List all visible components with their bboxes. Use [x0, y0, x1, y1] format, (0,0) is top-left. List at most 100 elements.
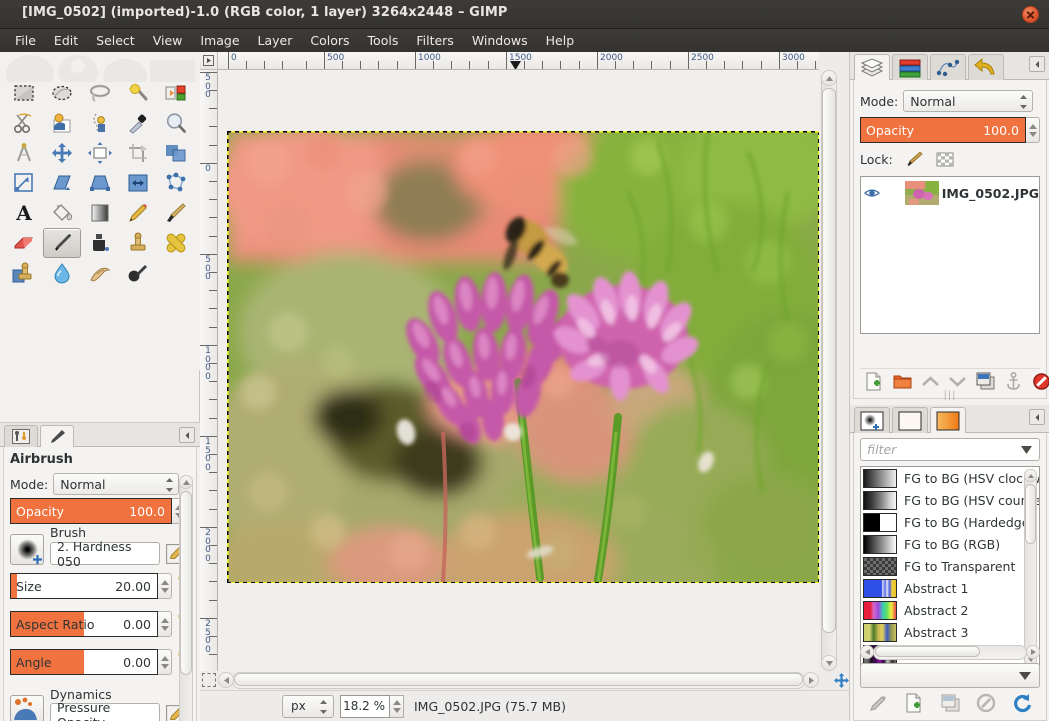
angle-spinner[interactable]: [158, 649, 172, 675]
smudge-tool[interactable]: [81, 258, 119, 288]
gradients-menu-button[interactable]: [1029, 409, 1045, 425]
image-canvas[interactable]: [218, 70, 819, 671]
rect-select-tool[interactable]: [5, 78, 43, 108]
menu-windows[interactable]: Windows: [463, 31, 537, 50]
paths-tool[interactable]: [81, 108, 119, 138]
navigation-preview-button[interactable]: [833, 672, 849, 688]
gradient-list[interactable]: FG to BG (HSV clockwise FG to BG (HSV co…: [860, 466, 1040, 669]
new-layer-button[interactable]: [864, 371, 883, 393]
layer-list[interactable]: IMG_0502.JPG: [860, 176, 1040, 334]
menu-filters[interactable]: Filters: [407, 31, 462, 50]
rotate-tool[interactable]: [157, 138, 195, 168]
fuzzy-select-tool[interactable]: [119, 78, 157, 108]
delete-gradient-button[interactable]: [974, 691, 998, 715]
tab-layers[interactable]: [854, 54, 890, 80]
flip-tool[interactable]: [119, 168, 157, 198]
device-status-tab[interactable]: [4, 425, 38, 447]
checkerboard-alpha-icon[interactable]: [936, 150, 955, 169]
raise-layer-button[interactable]: [922, 371, 939, 393]
layers-menu-button[interactable]: [1029, 56, 1045, 72]
zoom-tool[interactable]: [157, 108, 195, 138]
quick-mask-toggle[interactable]: [202, 673, 216, 687]
new-gradient-button[interactable]: [902, 691, 926, 715]
edit-gradient-button[interactable]: [866, 691, 890, 715]
tool-options-tab[interactable]: [40, 425, 74, 447]
list-item[interactable]: Abstract 1: [861, 577, 1039, 599]
clone-tool[interactable]: [119, 228, 157, 258]
delete-layer-button[interactable]: [1032, 371, 1049, 393]
dynamics-preview[interactable]: [10, 695, 44, 721]
image-layer-photo[interactable]: [228, 132, 818, 582]
perspective-clone-tool[interactable]: [5, 258, 43, 288]
brush-preview[interactable]: [10, 534, 44, 565]
tab-brushes[interactable]: [854, 407, 890, 433]
alignment-tool[interactable]: [81, 138, 119, 168]
list-item[interactable]: Abstract 3: [861, 621, 1039, 643]
canvas-vertical-scrollbar[interactable]: [821, 70, 837, 671]
crop-tool[interactable]: [119, 138, 157, 168]
tool-options-menu-button[interactable]: [179, 427, 195, 443]
menu-edit[interactable]: Edit: [45, 31, 87, 50]
cage-transform-tool[interactable]: [157, 168, 195, 198]
list-item[interactable]: FG to BG (Hardedge): [861, 511, 1039, 533]
layer-mode-select[interactable]: Normal: [903, 90, 1033, 112]
gradient-list-scrollbar[interactable]: [1024, 469, 1037, 666]
ruler-origin-button[interactable]: [200, 52, 218, 70]
blur-sharpen-tool[interactable]: [43, 258, 81, 288]
list-item[interactable]: Abstract 2: [861, 599, 1039, 621]
scroll-left-button[interactable]: [218, 672, 234, 688]
pencil-tool[interactable]: [119, 198, 157, 228]
shear-tool[interactable]: [43, 168, 81, 198]
unit-select[interactable]: px: [282, 695, 334, 718]
tool-options-scrollbar[interactable]: [179, 475, 193, 721]
table-row[interactable]: IMG_0502.JPG: [861, 177, 1039, 209]
chevron-down-icon[interactable]: [1021, 446, 1032, 454]
paint-mode-select[interactable]: Normal: [53, 473, 179, 495]
list-item[interactable]: FG to BG (RGB): [861, 533, 1039, 555]
free-select-tool[interactable]: [81, 78, 119, 108]
ellipse-select-tool[interactable]: [43, 78, 81, 108]
menu-tools[interactable]: Tools: [359, 31, 408, 50]
canvas-horizontal-scrollbar[interactable]: [218, 672, 819, 689]
zoom-spinner[interactable]: [390, 695, 404, 718]
size-slider[interactable]: Size 20.00: [10, 573, 158, 599]
layer-opacity-spinner[interactable]: [1026, 117, 1040, 143]
menu-layer[interactable]: Layer: [249, 31, 302, 50]
tab-undo-history[interactable]: [968, 54, 1004, 80]
scale-tool[interactable]: [5, 168, 43, 198]
select-by-color-tool[interactable]: [157, 78, 195, 108]
gradient-filter-input[interactable]: filter: [860, 438, 1040, 461]
tab-channels[interactable]: [892, 54, 928, 80]
anchor-layer-button[interactable]: [1005, 371, 1022, 393]
layer-opacity-slider[interactable]: Opacity 100.0: [860, 117, 1026, 143]
list-item[interactable]: FG to BG (HSV clockwise: [861, 467, 1039, 489]
brush-name-field[interactable]: 2. Hardness 050: [50, 542, 160, 565]
zoom-input[interactable]: 18.2 %: [340, 695, 390, 718]
close-icon[interactable]: [1022, 6, 1039, 23]
list-item[interactable]: FG to Transparent: [861, 555, 1039, 577]
paintbrush-lock-icon[interactable]: [905, 150, 924, 169]
measure-tool[interactable]: [5, 138, 43, 168]
scroll-right-button[interactable]: [803, 672, 819, 688]
dodge-burn-tool[interactable]: [119, 258, 157, 288]
move-tool[interactable]: [43, 138, 81, 168]
list-item[interactable]: FG to BG (HSV counter-c: [861, 489, 1039, 511]
gradient-list-hscrollbar[interactable]: [860, 645, 1040, 660]
aspect-ratio-slider[interactable]: Aspect Ratio 0.00: [10, 611, 158, 637]
menu-colors[interactable]: Colors: [301, 31, 358, 50]
horizontal-ruler[interactable]: 0 500 1000 1500 2000 2500 3000: [218, 52, 819, 70]
tab-paths[interactable]: [930, 54, 966, 80]
aspect-ratio-spinner[interactable]: [158, 611, 172, 637]
dynamics-name-field[interactable]: Pressure Opacity: [50, 703, 160, 721]
scissors-select-tool[interactable]: [5, 108, 43, 138]
paintbrush-tool[interactable]: [157, 198, 195, 228]
scroll-down-button[interactable]: [821, 655, 837, 671]
size-spinner[interactable]: [158, 573, 172, 599]
menu-image[interactable]: Image: [191, 31, 248, 50]
gradient-selector-combo[interactable]: [860, 663, 1040, 688]
airbrush-tool[interactable]: [43, 228, 81, 258]
angle-slider[interactable]: Angle 0.00: [10, 649, 158, 675]
menu-view[interactable]: View: [144, 31, 192, 50]
menu-select[interactable]: Select: [87, 31, 144, 50]
vertical-ruler[interactable]: 500 0 500 1000 1500 2000 2500: [200, 70, 218, 671]
